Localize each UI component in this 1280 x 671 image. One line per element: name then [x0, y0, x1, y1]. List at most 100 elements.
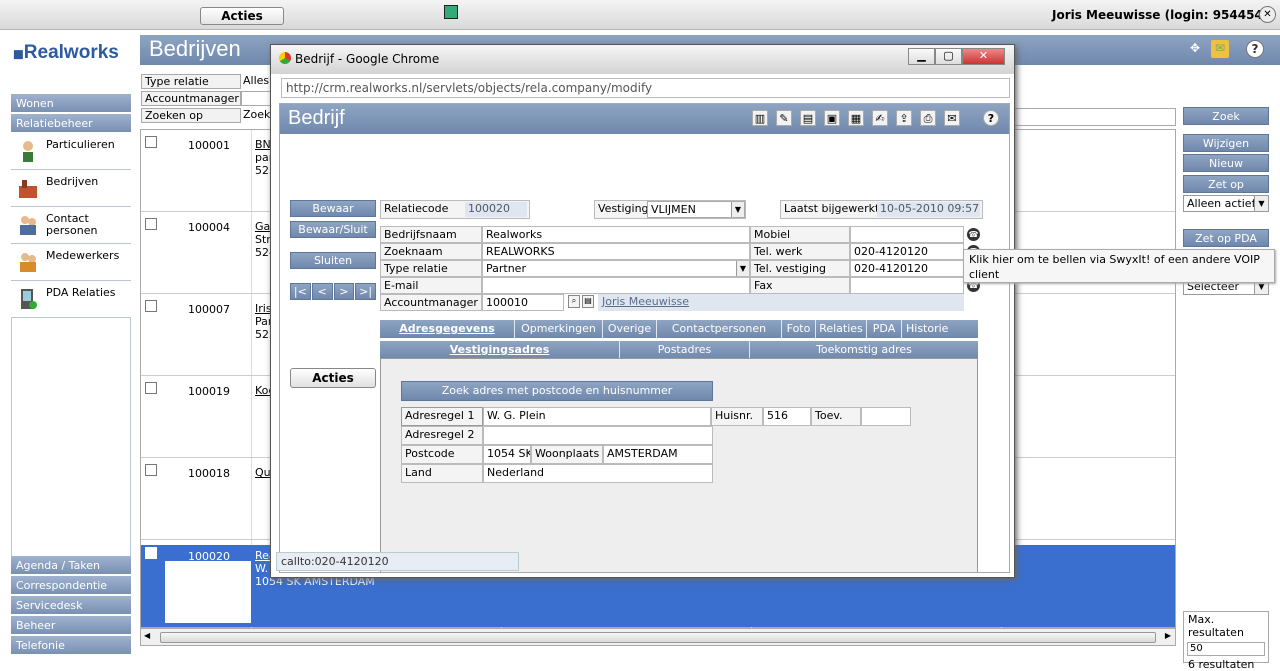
tel-vestiging-input[interactable]: 020-4120120 — [850, 260, 964, 277]
search-icon[interactable]: ⌕ — [568, 295, 580, 308]
filter-type-relatie-value[interactable]: Alles — [243, 74, 269, 87]
subtab-toekomstig-adres[interactable]: Toekomstig adres — [750, 341, 978, 359]
subtab-vestigingsadres[interactable]: Vestigingsadres — [380, 341, 620, 359]
adresregel1-input[interactable]: W. G. Plein — [483, 407, 711, 426]
first-record-button[interactable]: |< — [290, 283, 311, 300]
help-icon[interactable]: ? — [1246, 40, 1264, 58]
mail-icon[interactable]: ✉ — [1211, 40, 1229, 58]
next-record-button[interactable]: > — [333, 283, 355, 300]
prev-record-button[interactable]: < — [311, 283, 333, 300]
help-icon[interactable]: ? — [983, 110, 999, 126]
sidebar-header-telefonie[interactable]: Telefonie — [11, 636, 131, 655]
tab-adresgegevens[interactable]: Adresgegevens — [380, 320, 515, 338]
land-input[interactable]: Nederland — [483, 464, 713, 483]
folder-icon[interactable]: ▣ — [824, 110, 840, 126]
bewaar-button[interactable]: Bewaar — [290, 200, 376, 217]
zet-op-pda-button[interactable]: Zet op PDA — [1183, 229, 1269, 247]
huisnr-input[interactable]: 516 — [763, 407, 811, 426]
tab-overige[interactable]: Overige — [603, 320, 657, 338]
tab-historie[interactable]: Historie — [902, 320, 978, 338]
tel-werk-input[interactable]: 020-4120120 — [850, 243, 964, 260]
person-icon — [17, 139, 39, 163]
url-bar[interactable]: http://crm.realworks.nl/servlets/objects… — [281, 78, 1010, 98]
alleen-actief-select[interactable]: Alleen actief ▼ — [1183, 195, 1269, 212]
sidebar-header-servicedesk[interactable]: Servicedesk — [11, 596, 131, 615]
max-results-input[interactable]: 50 — [1187, 642, 1265, 656]
toev-input[interactable] — [861, 407, 911, 426]
fax-input[interactable] — [850, 277, 964, 294]
row-checkbox[interactable] — [145, 136, 157, 148]
sidebar-item-pda-relaties[interactable]: PDA Relaties — [11, 282, 131, 318]
phone-icon[interactable]: ☎ — [967, 228, 980, 241]
sidebar-header-wonen[interactable]: Wonen — [11, 94, 131, 113]
move-icon[interactable]: ✥ — [1186, 40, 1204, 58]
zet-op-inactief-button[interactable]: Zet op (in)actief — [1183, 175, 1269, 208]
vestiging-field[interactable]: Vestiging VLIJMEN ▼ — [594, 200, 746, 219]
calendar-icon[interactable]: ▦ — [848, 110, 864, 126]
mail-icon[interactable]: ✉ — [944, 110, 960, 126]
popup-window: Bedrijf - Google Chrome ▁ ▢ ✕ http://crm… — [270, 44, 1015, 578]
chart-icon[interactable]: ▥ — [752, 110, 768, 126]
documents-icon[interactable]: ▤ — [800, 110, 816, 126]
email-label: E-mail — [380, 277, 482, 294]
edit-icon[interactable]: ✍ — [872, 110, 888, 126]
accountmanager-name-link[interactable]: Joris Meeuwisse — [598, 294, 964, 311]
last-record-button[interactable]: >| — [355, 283, 376, 300]
laatst-label: Laatst bijgewerkt — [784, 202, 880, 215]
building-icon — [17, 176, 39, 200]
tab-pda[interactable]: PDA — [867, 320, 902, 338]
woonplaats-input[interactable]: AMSTERDAM — [603, 445, 713, 464]
close-icon[interactable]: ✕ — [1259, 6, 1276, 23]
sidebar-header-correspondentie[interactable]: Correspondentie — [11, 576, 131, 595]
app-icon[interactable] — [444, 5, 458, 19]
maximize-button[interactable]: ▢ — [935, 48, 962, 65]
zoek-button[interactable]: Zoek — [1183, 107, 1269, 125]
accountmanager-input[interactable]: 100010 — [482, 294, 564, 311]
tab-foto[interactable]: Foto — [782, 320, 816, 338]
scroll-thumb[interactable] — [160, 632, 1156, 643]
export-icon[interactable]: ⇪ — [896, 110, 912, 126]
sidebar-header-beheer[interactable]: Beheer — [11, 616, 131, 635]
tab-relaties[interactable]: Relaties — [816, 320, 867, 338]
row-checkbox[interactable] — [145, 300, 157, 312]
row-checkbox[interactable] — [145, 382, 157, 394]
scroll-left-icon[interactable]: ◀ — [144, 631, 150, 640]
sidebar-header-relatiebeheer[interactable]: Relatiebeheer — [11, 114, 131, 133]
document-icon[interactable]: ▤ — [582, 295, 594, 308]
search-input[interactable] — [1010, 108, 1176, 126]
minimize-button[interactable]: ▁ — [908, 48, 935, 65]
row-checkbox[interactable] — [145, 547, 157, 559]
wijzigen-button[interactable]: Wijzigen — [1183, 134, 1269, 152]
row-checkbox[interactable] — [145, 218, 157, 230]
sidebar-header-agenda[interactable]: Agenda / Taken — [11, 556, 131, 575]
close-window-button[interactable]: ✕ — [962, 48, 1005, 65]
tab-contactpersonen[interactable]: Contactpersonen — [657, 320, 782, 338]
sluiten-button[interactable]: Sluiten — [290, 252, 376, 269]
email-input[interactable] — [482, 277, 750, 294]
tab-opmerkingen[interactable]: Opmerkingen — [515, 320, 603, 338]
pda-icon — [17, 287, 39, 311]
postcode-input[interactable]: 1054 SK — [483, 445, 531, 464]
sidebar-item-particulieren[interactable]: Particulieren — [11, 134, 131, 170]
adresregel2-input[interactable] — [483, 426, 713, 445]
sidebar-item-bedrijven[interactable]: Bedrijven — [11, 171, 131, 207]
sidebar-item-contactpersonen[interactable]: Contact personen — [11, 208, 131, 244]
bewaar-sluit-button[interactable]: Bewaar/Sluit — [290, 221, 376, 238]
print-icon[interactable]: ⎙ — [920, 110, 936, 126]
pin-icon[interactable]: ✎ — [776, 110, 792, 126]
accountmanager-input[interactable] — [241, 91, 271, 106]
nieuw-button[interactable]: Nieuw — [1183, 154, 1269, 172]
acties-button[interactable]: Acties — [200, 7, 284, 25]
bedrijfsnaam-input[interactable]: Realworks — [482, 226, 750, 243]
zoek-adres-button[interactable]: Zoek adres met postcode en huisnummer — [401, 381, 713, 401]
zoeknaam-input[interactable]: REALWORKS — [482, 243, 750, 260]
sidebar-item-medewerkers[interactable]: Medewerkers — [11, 245, 131, 281]
type-relatie-select[interactable]: Partner — [482, 260, 750, 277]
scroll-right-icon[interactable]: ▶ — [1165, 631, 1171, 640]
user-label: Joris Meeuwisse (login: 954454) — [1052, 8, 1269, 22]
horizontal-scrollbar[interactable]: ◀ ▶ — [140, 628, 1176, 646]
subtab-postadres[interactable]: Postadres — [620, 341, 750, 359]
acties-popup-button[interactable]: Acties — [290, 368, 376, 388]
row-checkbox[interactable] — [145, 464, 157, 476]
mobiel-input[interactable] — [850, 226, 964, 243]
